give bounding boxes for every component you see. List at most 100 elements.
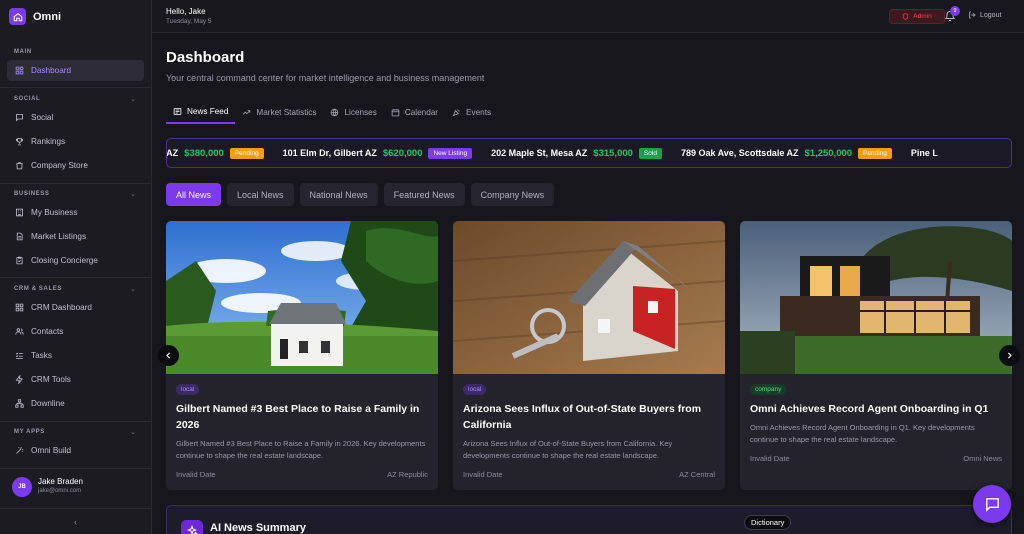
shopping-bag-icon [16, 162, 23, 170]
zap-icon [15, 375, 23, 384]
sidebar-item-label: CRM Tools [31, 375, 71, 384]
globe-icon [331, 108, 339, 117]
tab-label: News Feed [187, 107, 229, 116]
status-badge: Sold [638, 147, 662, 159]
filter-featured-news[interactable]: Featured News [383, 183, 465, 206]
sidebar-item-label: Market Listings [31, 232, 87, 241]
user-name: Jake Braden [38, 477, 83, 486]
sidebar-item-my-business[interactable]: My Business [7, 202, 144, 223]
chevron-down-icon[interactable]: ⌄ [130, 285, 136, 293]
shield-icon [903, 13, 909, 20]
sidebar-item-label: Contacts [31, 327, 64, 336]
topbar: Hello, Jake Tuesday, May 5 Admin 9 Logou… [152, 0, 1024, 33]
card-date: Invalid Date [463, 470, 503, 479]
tab-bar: News Feed Market Statistics Licenses Cal… [166, 101, 498, 124]
sidebar-item-market-listings[interactable]: Market Listings [7, 226, 144, 247]
ticker-item[interactable]: Pine L [911, 148, 938, 158]
brand[interactable]: Omni [9, 8, 61, 25]
sidebar-item-omni-build[interactable]: Omni Build [7, 440, 144, 461]
sidebar-item-label: Tasks [31, 351, 52, 360]
sidebar-item-label: Company Store [31, 161, 88, 170]
card-title: Gilbert Named #3 Best Place to Raise a F… [176, 403, 420, 431]
card-source: Omni News [963, 454, 1002, 463]
summary-title: AI News Summary [210, 522, 306, 534]
ticker-address: 101 Elm Dr, Gilbert AZ [282, 148, 377, 158]
chevron-down-icon[interactable]: ⌄ [130, 428, 136, 436]
card-title: Arizona Sees Influx of Out-of-State Buye… [463, 403, 702, 431]
sidebar-item-label: Closing Concierge [31, 256, 98, 265]
dictionary-tooltip[interactable]: Dictionary [744, 515, 792, 530]
sidebar-item-rankings[interactable]: Rankings [7, 131, 144, 152]
sidebar-item-crm-tools[interactable]: CRM Tools [7, 369, 144, 390]
tab-calendar[interactable]: Calendar [384, 101, 445, 124]
farmhouse-image [166, 221, 438, 374]
ticker-address: 202 Maple St, Mesa AZ [491, 148, 588, 158]
admin-label: Admin [913, 13, 932, 20]
chevron-down-icon[interactable]: ⌄ [130, 190, 136, 198]
sidebar-item-dashboard[interactable]: Dashboard [7, 60, 144, 81]
ticker-price: $620,000 [382, 147, 423, 159]
tab-market-statistics[interactable]: Market Statistics [235, 101, 323, 124]
sidebar-item-label: Dashboard [31, 66, 72, 75]
filter-local-news[interactable]: Local News [227, 183, 294, 206]
news-card[interactable]: company Omni Achieves Record Agent Onboa… [740, 221, 1012, 490]
ticker-item[interactable]: 101 Elm Dr, Gilbert AZ $620,000 New List… [282, 147, 473, 159]
sidebar-item-company-store[interactable]: Company Store [7, 155, 144, 176]
tab-licenses[interactable]: Licenses [323, 101, 383, 124]
sidebar-item-downline[interactable]: Downline [7, 393, 144, 414]
section-main-label: MAIN [14, 49, 32, 55]
card-date: Invalid Date [750, 454, 790, 463]
card-excerpt: Arizona Sees Influx of Out-of-State Buye… [463, 439, 673, 460]
carousel-next-button[interactable] [999, 345, 1020, 366]
sidebar-item-label: Omni Build [31, 446, 72, 455]
listing-ticker: e AZ $380,000 Pending 101 Elm Dr, Gilber… [166, 138, 1012, 168]
tab-label: Market Statistics [256, 108, 317, 117]
category-tag: local [463, 384, 487, 395]
sidebar-item-label: CRM Dashboard [31, 303, 92, 312]
divider [0, 421, 151, 422]
news-card[interactable]: local Gilbert Named #3 Best Place to Rai… [166, 221, 438, 490]
sidebar-item-tasks[interactable]: Tasks [7, 345, 144, 366]
chat-icon [985, 497, 999, 512]
chat-button[interactable] [973, 485, 1011, 523]
sidebar-item-closing-concierge[interactable]: Closing Concierge [7, 250, 144, 271]
filter-company-news[interactable]: Company News [470, 183, 555, 206]
network-icon [15, 399, 24, 408]
current-date: Tuesday, May 5 [166, 18, 212, 25]
list-check-icon [15, 352, 23, 359]
newspaper-icon [173, 108, 182, 115]
sidebar-item-social[interactable]: Social [7, 107, 144, 128]
status-badge: New Listing [428, 147, 473, 159]
news-card[interactable]: local Arizona Sees Influx of Out-of-Stat… [453, 221, 725, 490]
sidebar: Omni MAIN Dashboard SOCIAL ⌄ Social Rank… [0, 0, 152, 534]
filter-national-news[interactable]: National News [299, 183, 378, 206]
ticker-address: 789 Oak Ave, Scottsdale AZ [680, 148, 799, 158]
sidebar-item-crm-dashboard[interactable]: CRM Dashboard [7, 297, 144, 318]
ticker-item[interactable]: 789 Oak Ave, Scottsdale AZ $1,250,000 Pe… [680, 147, 892, 159]
ticker-price: $1,250,000 [804, 147, 853, 159]
user-email: jake@omni.com [38, 488, 82, 494]
notification-count-badge: 9 [950, 6, 960, 16]
carousel-prev-button[interactable] [158, 345, 179, 366]
admin-button[interactable]: Admin [889, 9, 945, 24]
filter-all-news[interactable]: All News [166, 183, 222, 206]
status-badge: Pending [858, 147, 892, 159]
tab-label: Licenses [344, 108, 377, 117]
file-text-icon [16, 232, 23, 241]
tab-news-feed[interactable]: News Feed [166, 101, 236, 124]
divider [0, 87, 151, 88]
user-profile[interactable]: JB Jake Braden jake@omni.com [0, 468, 151, 508]
ticker-price: $315,000 [593, 147, 633, 159]
ticker-item[interactable]: e AZ $380,000 Pending [167, 147, 264, 159]
party-popper-icon [452, 109, 460, 117]
category-tag: company [750, 384, 787, 395]
chevron-down-icon[interactable]: ⌄ [130, 95, 136, 103]
ticker-item[interactable]: 202 Maple St, Mesa AZ $315,000 Sold [491, 147, 662, 159]
collapse-sidebar-button[interactable]: ‹ [0, 508, 151, 534]
message-icon [16, 114, 23, 122]
logout-button[interactable]: Logout [968, 11, 1001, 19]
sidebar-item-contacts[interactable]: Contacts [7, 321, 144, 342]
tab-events[interactable]: Events [445, 101, 498, 124]
trophy-icon [16, 138, 23, 146]
card-source: AZ Central [679, 470, 715, 479]
